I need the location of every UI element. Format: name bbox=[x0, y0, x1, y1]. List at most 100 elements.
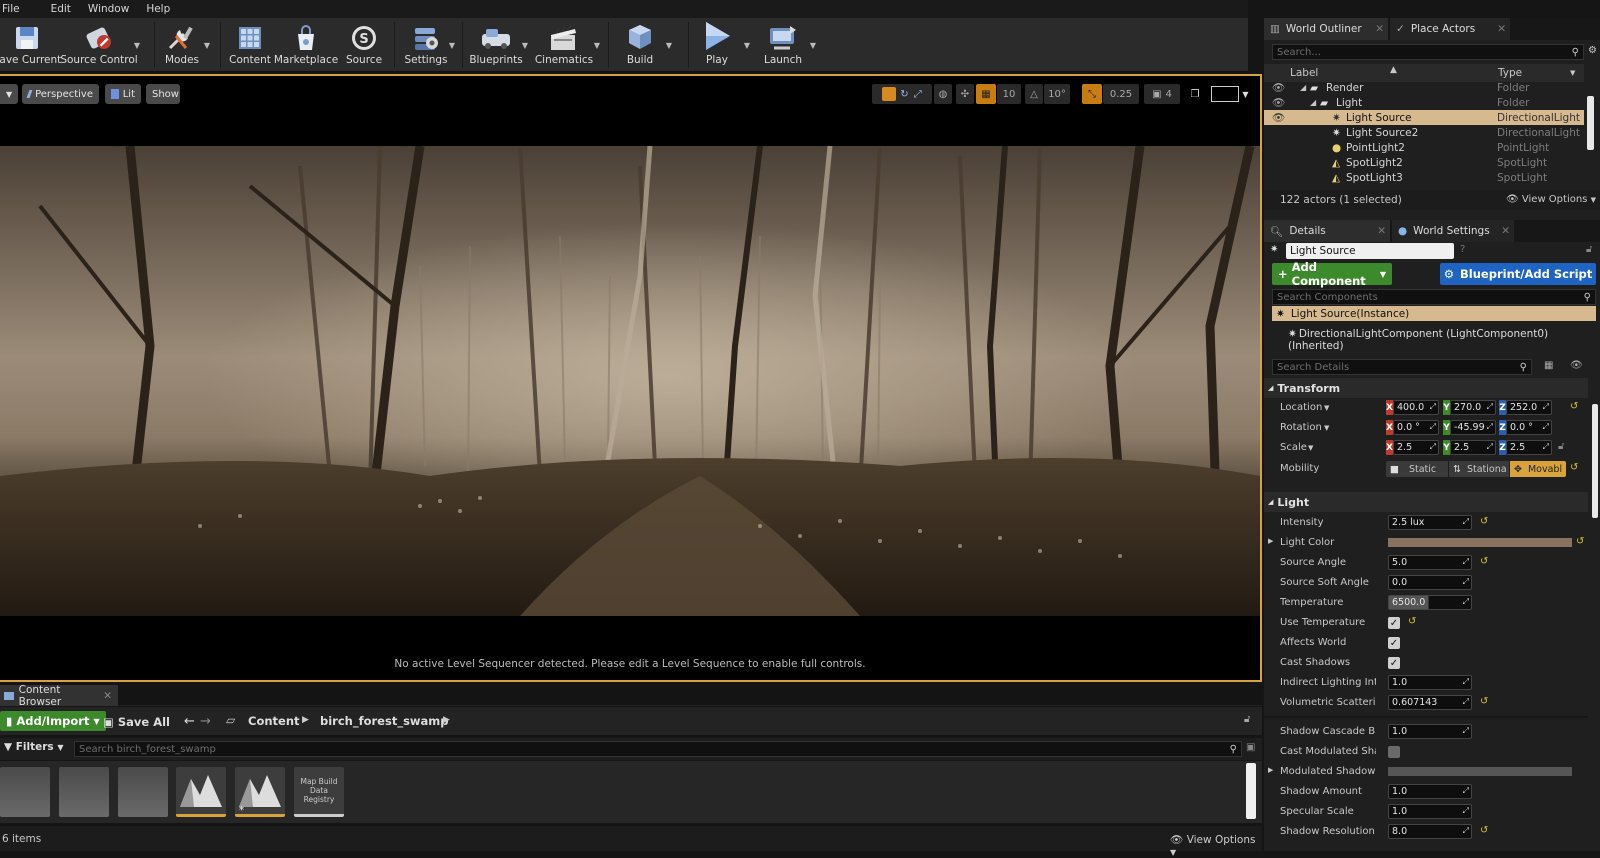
help-icon[interactable]: ? bbox=[1460, 244, 1465, 255]
search-components-input[interactable]: Search Components ⚲ bbox=[1272, 289, 1596, 305]
folder-asset[interactable] bbox=[59, 767, 109, 817]
mobility-movable-button[interactable]: ✥ Movabl bbox=[1510, 461, 1566, 477]
reset-arrow-icon[interactable]: ↺ bbox=[1480, 516, 1488, 527]
content-button[interactable]: Content bbox=[229, 20, 271, 70]
level-viewport[interactable]: ▼ Perspective Lit Show ↻ ⤢ ◍ ✣ ▦ 10 △ 10… bbox=[0, 74, 1262, 682]
scale-snap-value[interactable]: 0.25 bbox=[1103, 84, 1139, 104]
marketplace-button[interactable]: Marketplace bbox=[274, 20, 338, 70]
folder-asset[interactable] bbox=[0, 767, 50, 817]
light-section-header[interactable]: ◢ Light bbox=[1264, 492, 1588, 512]
use-temperature-checkbox[interactable]: ✓ bbox=[1388, 617, 1400, 629]
save-current-button[interactable]: Save Current bbox=[0, 20, 61, 70]
rotation-snap-value[interactable]: 10° bbox=[1044, 84, 1070, 104]
intensity-input[interactable]: 2.5 lux ⤢ bbox=[1388, 515, 1472, 530]
close-icon[interactable]: ✕ bbox=[1497, 23, 1506, 35]
lock-icon[interactable]: 🔓︎ bbox=[1558, 441, 1564, 452]
location-x-input[interactable]: 400.0 ⤢ bbox=[1393, 400, 1439, 415]
lock-icon[interactable]: 🔓︎ bbox=[1586, 244, 1592, 255]
blueprints-button[interactable]: Blueprints ▼ bbox=[469, 20, 528, 70]
scale-y-input[interactable]: 2.5 ⤢ bbox=[1450, 440, 1496, 455]
indirect-lighting-input[interactable]: 1.0 ⤢ bbox=[1388, 675, 1472, 690]
search-details-input[interactable]: Search Details ⚲ bbox=[1272, 359, 1532, 375]
folder-asset[interactable] bbox=[118, 767, 168, 817]
tab-details[interactable]: 🔍︎ Details ✕ bbox=[1264, 220, 1390, 242]
view-options-button[interactable]: 👁︎ View Options ▼ bbox=[1506, 194, 1596, 205]
specular-scale-input[interactable]: 1.0 ⤢ bbox=[1388, 804, 1472, 819]
column-type[interactable]: Type bbox=[1498, 67, 1522, 79]
world-local-toggle[interactable]: ◍ bbox=[934, 84, 952, 104]
content-search-input[interactable]: Search birch_forest_swamp ⚲ bbox=[74, 741, 1242, 757]
menu-help[interactable]: Help bbox=[144, 3, 179, 15]
cast-shadows-checkbox[interactable]: ✓ bbox=[1388, 657, 1400, 669]
save-search-icon[interactable]: ▣ bbox=[1246, 742, 1255, 753]
outliner-row-spotlight2[interactable]: ◭ SpotLight2 SpotLight bbox=[1264, 155, 1584, 170]
perspective-button[interactable]: Perspective bbox=[22, 84, 99, 104]
lock-icon[interactable]: 🔓︎ bbox=[1244, 714, 1250, 725]
cinematics-button[interactable]: Cinematics ▼ bbox=[535, 20, 600, 70]
component-instance-row[interactable]: ✷ Light Source(Instance) bbox=[1272, 306, 1596, 321]
viewport-options-button[interactable]: ▼ bbox=[0, 84, 18, 104]
rotation-snap-toggle[interactable]: △ bbox=[1025, 84, 1043, 104]
add-component-button[interactable]: + Add Component ▼ bbox=[1272, 260, 1392, 288]
outliner-row-light-source[interactable]: 👁︎ ✷ Light Source DirectionalLight bbox=[1264, 110, 1584, 125]
outliner-row-light-folder[interactable]: 👁︎ ◢ ▰ Light Folder bbox=[1264, 95, 1584, 110]
cast-modulated-shadows-checkbox[interactable] bbox=[1388, 746, 1400, 758]
tab-world-settings[interactable]: ● World Settings ✕ bbox=[1392, 220, 1514, 242]
mobility-static-button[interactable]: ■ Static bbox=[1386, 461, 1448, 477]
shadow-resolution-input[interactable]: 8.0 ⤢ bbox=[1388, 824, 1472, 839]
settings-button[interactable]: Settings ▼ bbox=[403, 20, 455, 70]
grid-snap-toggle[interactable]: ▦ bbox=[976, 84, 996, 104]
save-all-button[interactable]: ▣ Save All bbox=[103, 715, 170, 729]
rotation-z-input[interactable]: 0.0 ° ⤢ bbox=[1506, 420, 1552, 435]
scale-tool-icon[interactable]: ⤢ bbox=[914, 89, 922, 100]
maximize-viewport-button[interactable]: ❐ bbox=[1186, 84, 1204, 104]
scale-x-input[interactable]: 2.5 ⤢ bbox=[1393, 440, 1439, 455]
affects-world-checkbox[interactable]: ✓ bbox=[1388, 637, 1400, 649]
source-control-button[interactable]: Source Control ▼ bbox=[60, 20, 140, 70]
mobility-stationary-button[interactable]: ⇅ Stationa bbox=[1449, 461, 1509, 477]
actor-name-input[interactable]: Light Source bbox=[1286, 243, 1454, 259]
play-button[interactable]: Play ▼ bbox=[700, 20, 750, 70]
content-browser-tab[interactable]: Content Browser ✕ bbox=[0, 684, 118, 708]
reset-arrow-icon[interactable]: ↺ bbox=[1408, 616, 1416, 627]
menu-file[interactable]: File bbox=[0, 3, 29, 15]
filters-button[interactable]: ▼ Filters ▼ bbox=[4, 741, 64, 753]
level-asset[interactable]: * bbox=[235, 767, 285, 817]
menu-window[interactable]: Window bbox=[86, 3, 138, 15]
surface-snap-toggle[interactable]: ✣ bbox=[956, 84, 974, 104]
tab-place-actors[interactable]: ✓ Place Actors ✕ bbox=[1390, 18, 1510, 40]
menu-edit[interactable]: Edit bbox=[49, 3, 80, 15]
lit-button[interactable]: Lit bbox=[105, 84, 141, 104]
view-options-button[interactable]: 👁︎ View Options ▼ bbox=[1170, 833, 1262, 858]
close-icon[interactable]: ✕ bbox=[103, 690, 112, 702]
grid-view-icon[interactable]: ▦ bbox=[1544, 360, 1553, 371]
layout-button[interactable]: ▼ bbox=[1210, 84, 1250, 104]
outliner-scrollbar[interactable] bbox=[1587, 96, 1594, 150]
shadow-amount-input[interactable]: 1.0 ⤢ bbox=[1388, 784, 1472, 799]
close-icon[interactable]: ✕ bbox=[1501, 225, 1510, 237]
reset-arrow-icon[interactable]: ↺ bbox=[1480, 825, 1488, 836]
grid-snap-value[interactable]: 10 bbox=[997, 84, 1021, 104]
scale-z-input[interactable]: 2.5 ⤢ bbox=[1506, 440, 1552, 455]
reset-arrow-icon[interactable]: ↺ bbox=[1570, 401, 1578, 412]
transform-section-header[interactable]: ◢ Transform bbox=[1264, 378, 1588, 398]
component-row[interactable]: ✷ DirectionalLightComponent (LightCompone… bbox=[1288, 328, 1600, 352]
scale-snap-toggle[interactable]: ⤡ bbox=[1082, 84, 1102, 104]
build-button[interactable]: Build ▼ bbox=[620, 20, 672, 70]
outliner-row-spotlight3[interactable]: ◭ SpotLight3 SpotLight bbox=[1264, 170, 1584, 185]
breadcrumb-folder[interactable]: birch_forest_swamp bbox=[320, 714, 449, 728]
location-z-input[interactable]: 252.0 ⤢ bbox=[1506, 400, 1552, 415]
camera-speed-button[interactable]: ▣ 4 bbox=[1144, 84, 1180, 104]
shadow-cascade-bias-input[interactable]: 1.0 ⤢ bbox=[1388, 724, 1472, 739]
outliner-row-render[interactable]: 👁︎ ◢ ▰ Render Folder bbox=[1264, 80, 1584, 95]
back-arrow-icon[interactable]: ← bbox=[184, 714, 195, 729]
modulated-shadow-color-swatch[interactable] bbox=[1388, 767, 1572, 776]
reset-arrow-icon[interactable]: ↺ bbox=[1570, 462, 1578, 473]
light-color-swatch[interactable] bbox=[1388, 538, 1572, 547]
location-y-input[interactable]: 270.0 ⤢ bbox=[1450, 400, 1496, 415]
tab-world-outliner[interactable]: ▥ World Outliner ✕ bbox=[1264, 18, 1388, 40]
details-scrollbar[interactable] bbox=[1592, 404, 1598, 518]
volumetric-scattering-input[interactable]: 0.607143 ⤢ bbox=[1388, 695, 1472, 710]
show-button[interactable]: Show bbox=[146, 84, 180, 104]
launch-button[interactable]: Launch ▼ bbox=[764, 20, 816, 70]
